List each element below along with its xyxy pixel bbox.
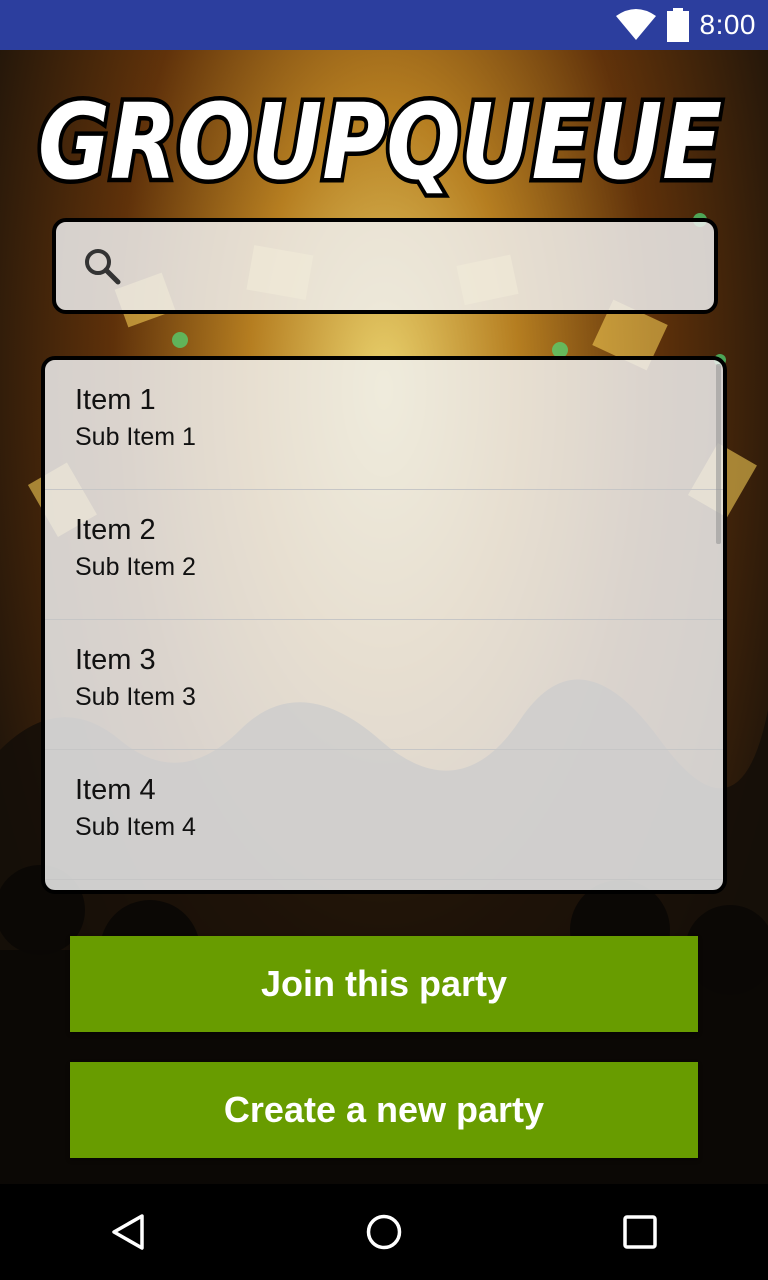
- wifi-icon: [615, 9, 656, 40]
- list-item-title: Item 2: [75, 514, 156, 546]
- navigation-bar: [0, 1184, 768, 1280]
- list-item-subtitle: Sub Item 4: [75, 813, 196, 841]
- status-bar: 8:00: [0, 0, 768, 50]
- list-item[interactable]: Item 4 Sub Item 4: [45, 750, 723, 880]
- search-input[interactable]: [136, 236, 714, 296]
- back-triangle-icon: [112, 1214, 144, 1250]
- search-box[interactable]: [52, 218, 718, 314]
- list-item[interactable]: Item 3 Sub Item 3: [45, 620, 723, 750]
- home-circle-icon: [366, 1214, 402, 1250]
- list-item-subtitle: Sub Item 2: [75, 553, 196, 581]
- recents-button[interactable]: [590, 1192, 690, 1272]
- app-logo: GROUPQUEUE: [34, 80, 727, 200]
- search-icon: [85, 249, 121, 285]
- status-time: 8:00: [699, 9, 756, 40]
- party-list[interactable]: Item 1 Sub Item 1 Item 2 Sub Item 2 Item…: [41, 356, 727, 894]
- list-item[interactable]: Item 2 Sub Item 2: [45, 490, 723, 620]
- list-item-subtitle: Sub Item 3: [75, 683, 196, 711]
- list-item-title: Item 1: [75, 384, 156, 416]
- list-scrollbar[interactable]: [716, 364, 721, 544]
- logo-text: GROUPQUEUE: [38, 81, 722, 200]
- battery-icon: [666, 8, 689, 42]
- create-party-button[interactable]: Create a new party: [70, 1062, 698, 1158]
- list-item-subtitle: Sub Item 1: [75, 423, 196, 451]
- home-button[interactable]: [334, 1192, 434, 1272]
- join-party-button[interactable]: Join this party: [70, 936, 698, 1032]
- main-screen: GROUPQUEUE Item 1 Sub Item 1 Item 2 Sub …: [0, 50, 768, 1184]
- list-item[interactable]: Item 1 Sub Item 1: [45, 360, 723, 490]
- list-item-title: Item 4: [75, 774, 156, 806]
- list-item-title: Item 3: [75, 644, 156, 676]
- recents-square-icon: [623, 1215, 657, 1249]
- back-button[interactable]: [78, 1192, 178, 1272]
